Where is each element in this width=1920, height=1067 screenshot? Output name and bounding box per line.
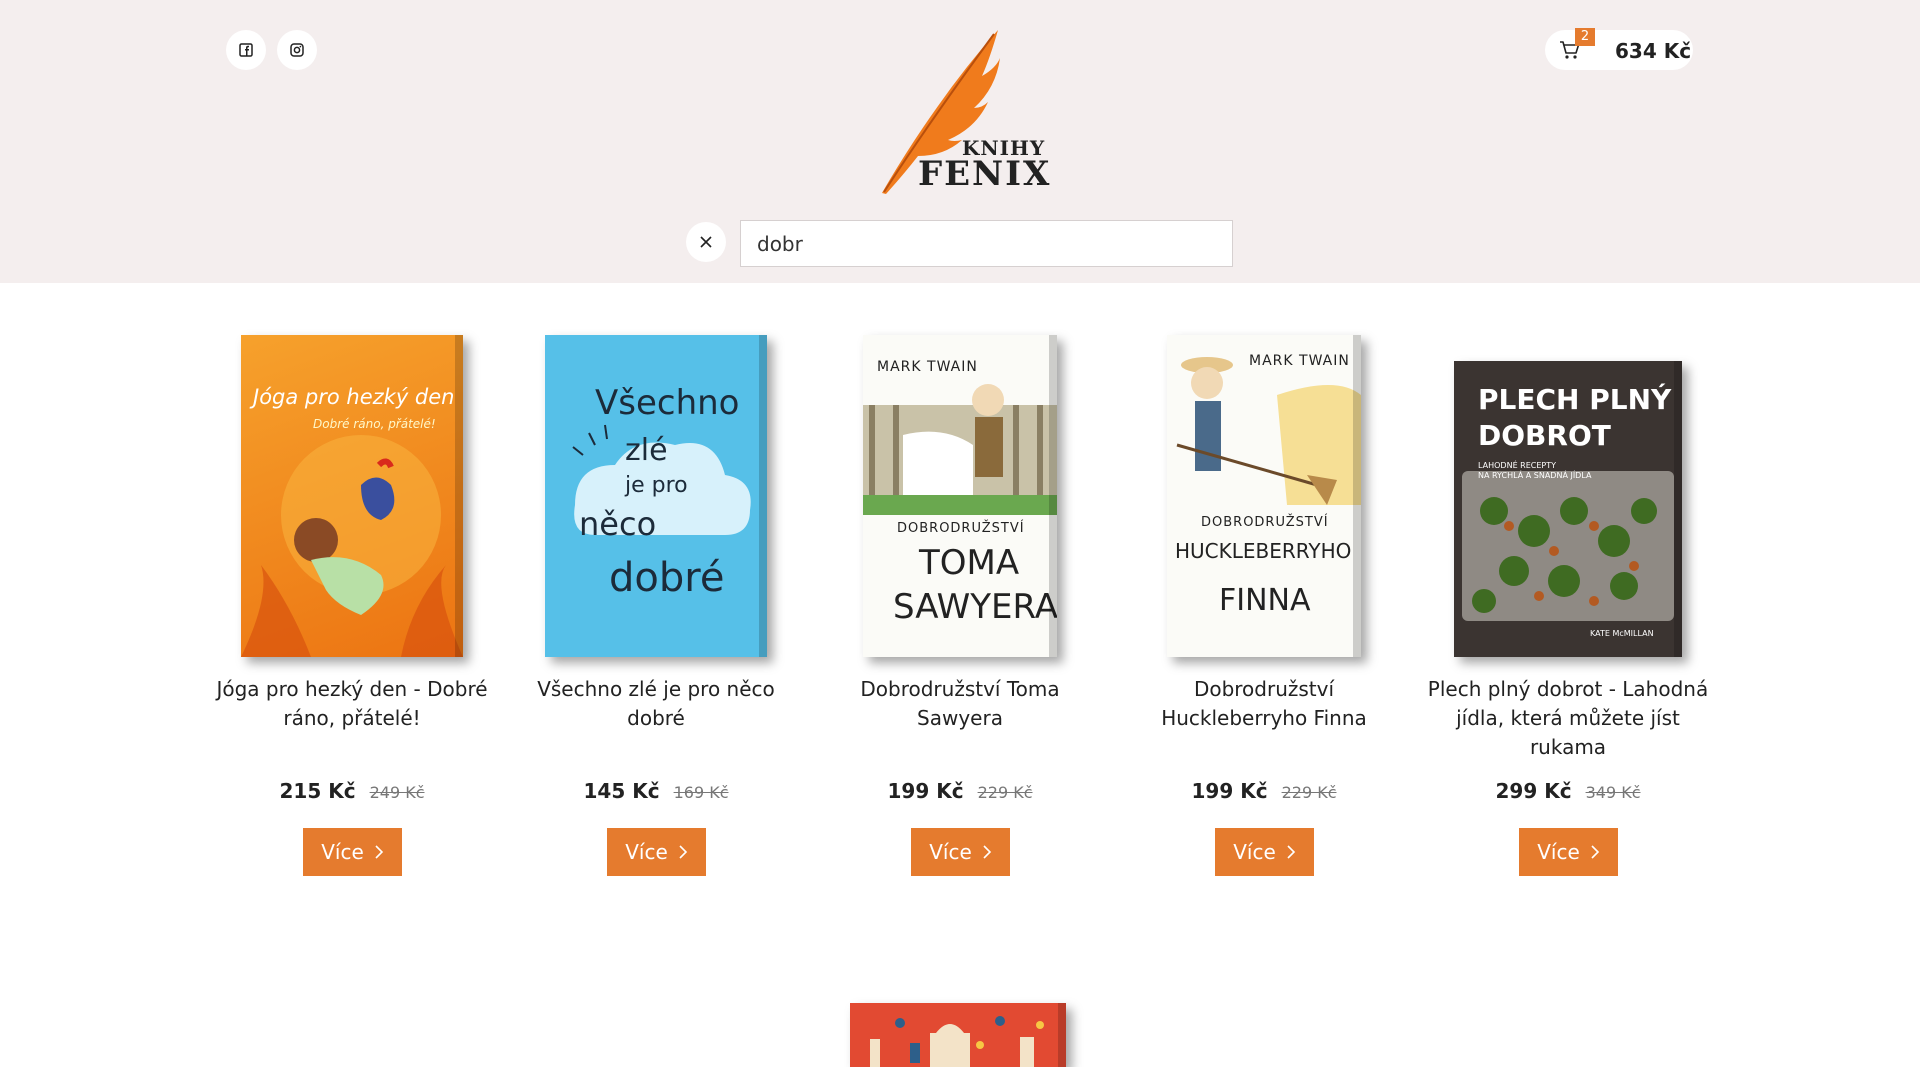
cover-line: zlé <box>625 433 668 468</box>
cover-title: Jóga pro hezký den <box>253 385 455 409</box>
cover-line: něco <box>579 505 657 543</box>
cover-line: DOBROT <box>1478 419 1611 452</box>
book-cover-partial[interactable] <box>850 1003 1066 1067</box>
search-input[interactable] <box>740 220 1233 267</box>
more-button-label: Více <box>929 840 972 864</box>
book-cover[interactable]: PLECH PLNÝ DOBROT LAHODNÉ RECEPTY NA RYC… <box>1454 361 1682 657</box>
cart-total: 634 Kč <box>1615 39 1692 63</box>
site-header: KNIHY FENIX 2 634 Kč <box>0 0 1920 283</box>
cover-line: DOBRODRUŽSTVÍ <box>1201 515 1329 530</box>
more-button-label: Více <box>1233 840 1276 864</box>
chevron-right-icon <box>375 845 383 859</box>
more-button[interactable]: Více <box>607 828 706 876</box>
instagram-button[interactable] <box>277 30 317 70</box>
cover-line: je pro <box>625 473 688 498</box>
cover-line: LAHODNÉ RECEPTY <box>1478 461 1557 470</box>
cover-line: HUCKLEBERRYHO <box>1175 539 1352 563</box>
cover-illustration <box>241 435 463 657</box>
more-button-label: Více <box>321 840 364 864</box>
logo-fenix-text: FENIX <box>918 154 1052 194</box>
product-title[interactable]: Plech plný dobrot - Lahodná jídla, která… <box>1426 675 1710 762</box>
product-card: MARK TWAIN DOBRODRUŽSTVÍ TOMA SAWYERA Do… <box>808 283 1112 883</box>
book-cover[interactable]: Jóga pro hezký den Dobré ráno, přátelé! <box>241 335 463 657</box>
product-price: 215 Kč 249 Kč <box>200 779 504 803</box>
price-old: 229 Kč <box>977 783 1033 802</box>
product-price: 299 Kč 349 Kč <box>1416 779 1720 803</box>
cover-line: dobré <box>609 555 725 601</box>
product-card: MARK TWAIN DOBRODRUŽSTVÍ HUCKLEBERRYHO F… <box>1112 283 1416 883</box>
chevron-right-icon <box>983 845 991 859</box>
cover-author: KATE McMILLAN <box>1590 629 1654 638</box>
cover-line: NA RYCHLÁ A SNADNÁ JÍDLA <box>1478 471 1592 480</box>
instagram-icon <box>290 43 304 57</box>
cover-illustration <box>870 1016 1044 1067</box>
cover-line: Všechno <box>595 383 740 423</box>
product-title[interactable]: Dobrodružství Toma Sawyera <box>818 675 1102 733</box>
chevron-right-icon <box>1287 845 1295 859</box>
facebook-button[interactable] <box>226 30 266 70</box>
cover-line: DOBRODRUŽSTVÍ <box>897 521 1025 536</box>
product-card: Všechno zlé je pro něco dobré Všechno zl… <box>504 283 808 883</box>
book-cover[interactable]: MARK TWAIN DOBRODRUŽSTVÍ TOMA SAWYERA <box>863 335 1057 657</box>
product-price: 199 Kč 229 Kč <box>808 779 1112 803</box>
book-cover[interactable]: MARK TWAIN DOBRODRUŽSTVÍ HUCKLEBERRYHO F… <box>1167 335 1361 657</box>
cover-author: MARK TWAIN <box>1249 353 1350 369</box>
price-current: 199 Kč <box>887 779 964 803</box>
price-old: 229 Kč <box>1281 783 1337 802</box>
cover-subtitle: Dobré ráno, přátelé! <box>313 417 436 431</box>
facebook-icon <box>239 43 253 57</box>
price-current: 199 Kč <box>1191 779 1268 803</box>
more-button[interactable]: Více <box>1519 828 1618 876</box>
price-current: 299 Kč <box>1495 779 1572 803</box>
clear-search-button[interactable] <box>686 222 726 262</box>
product-price: 199 Kč 229 Kč <box>1112 779 1416 803</box>
cover-author: MARK TWAIN <box>877 359 978 375</box>
product-title[interactable]: Všechno zlé je pro něco dobré <box>514 675 798 733</box>
product-title[interactable]: Dobrodružství Huckleberryho Finna <box>1122 675 1406 733</box>
cover-line: FINNA <box>1219 583 1311 618</box>
cart-count-badge: 2 <box>1575 28 1595 46</box>
price-current: 145 Kč <box>583 779 660 803</box>
more-button[interactable]: Více <box>1215 828 1314 876</box>
chevron-right-icon <box>679 845 687 859</box>
close-icon <box>700 236 712 248</box>
more-button[interactable]: Více <box>303 828 402 876</box>
product-price: 145 Kč 169 Kč <box>504 779 808 803</box>
product-title[interactable]: Jóga pro hezký den - Dobré ráno, přátelé… <box>210 675 494 733</box>
price-current: 215 Kč <box>279 779 356 803</box>
cart-button[interactable]: 2 634 Kč <box>1545 28 1693 70</box>
cover-line: PLECH PLNÝ <box>1478 383 1672 416</box>
more-button-label: Více <box>1537 840 1580 864</box>
chevron-right-icon <box>1591 845 1599 859</box>
price-old: 349 Kč <box>1585 783 1641 802</box>
more-button-label: Více <box>625 840 668 864</box>
logo[interactable]: KNIHY FENIX <box>878 28 1049 194</box>
product-card: PLECH PLNÝ DOBROT LAHODNÉ RECEPTY NA RYC… <box>1416 283 1720 883</box>
book-cover[interactable]: Všechno zlé je pro něco dobré <box>545 335 767 657</box>
cover-line: TOMA <box>919 543 1020 583</box>
cover-line: SAWYERA <box>893 587 1057 627</box>
product-card: Jóga pro hezký den Dobré ráno, přátelé! … <box>200 283 504 883</box>
price-old: 249 Kč <box>369 783 425 802</box>
more-button[interactable]: Více <box>911 828 1010 876</box>
price-old: 169 Kč <box>673 783 729 802</box>
